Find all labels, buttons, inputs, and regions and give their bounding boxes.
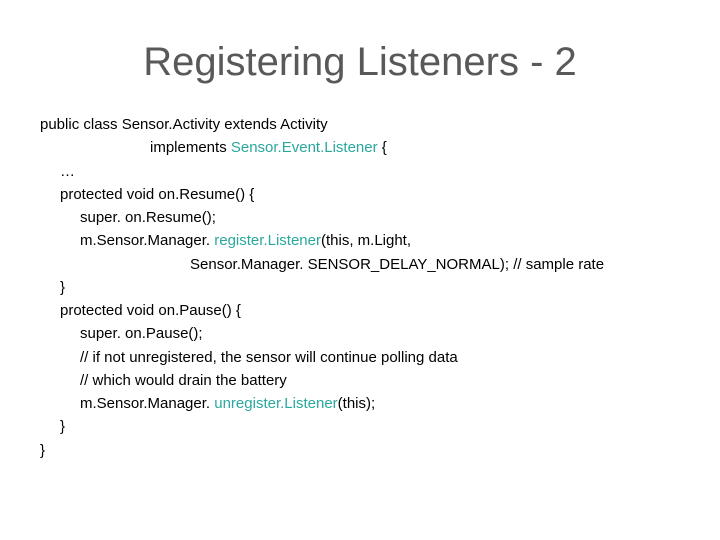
code-text: implements [150, 139, 231, 156]
code-highlight: Sensor.Event.Listener [231, 139, 378, 156]
code-highlight: unregister.Listener [214, 395, 337, 412]
code-line: m.Sensor.Manager. unregister.Listener(th… [40, 392, 680, 415]
code-line: } [40, 439, 680, 462]
code-line: … [40, 160, 680, 183]
code-highlight: register.Listener [214, 232, 321, 249]
code-text: m.Sensor.Manager. [80, 395, 214, 412]
code-block: public class Sensor.Activity extends Act… [40, 113, 680, 462]
code-text: (this, m.Light, [321, 232, 411, 249]
code-line: protected void on.Resume() { [40, 183, 680, 206]
code-line: Sensor.Manager. SENSOR_DELAY_NORMAL); //… [40, 253, 680, 276]
code-text: (this); [338, 395, 376, 412]
code-line: } [40, 276, 680, 299]
code-line: // which would drain the battery [40, 369, 680, 392]
slide-title: Registering Listeners - 2 [40, 40, 680, 85]
code-line: super. on.Resume(); [40, 206, 680, 229]
code-line: super. on.Pause(); [40, 322, 680, 345]
code-line: implements Sensor.Event.Listener { [40, 136, 680, 159]
code-text: m.Sensor.Manager. [80, 232, 214, 249]
slide: Registering Listeners - 2 public class S… [0, 0, 720, 540]
code-line: } [40, 415, 680, 438]
code-text: { [378, 139, 387, 156]
code-line: protected void on.Pause() { [40, 299, 680, 322]
code-line: // if not unregistered, the sensor will … [40, 346, 680, 369]
code-line: public class Sensor.Activity extends Act… [40, 113, 680, 136]
code-line: m.Sensor.Manager. register.Listener(this… [40, 229, 680, 252]
